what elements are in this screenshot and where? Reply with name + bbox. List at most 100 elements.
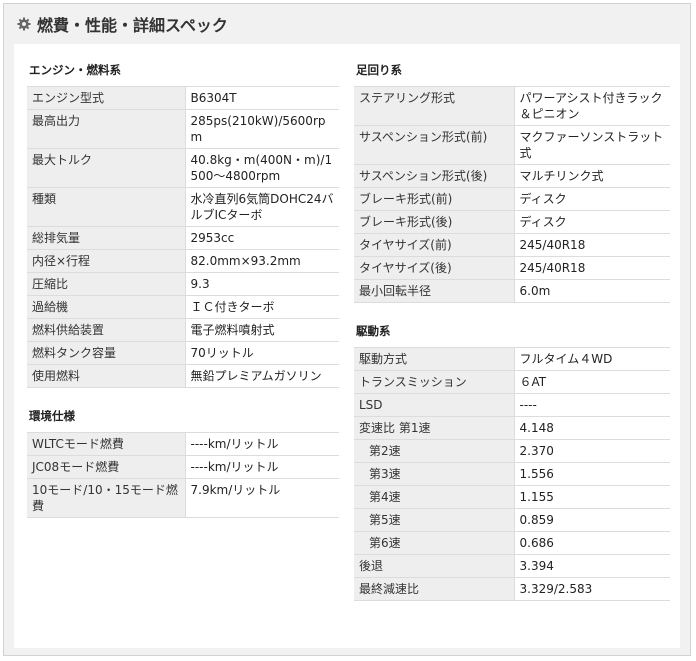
spec-content: エンジン・燃料系 エンジン型式 B6304T 最高出力 285ps(210kW)/56… bbox=[14, 44, 680, 648]
engine-spec-table: エンジン型式 B6304T 最高出力 285ps(210kW)/5600rpm 最大トル… bbox=[27, 86, 339, 388]
spec-value: 0.859 bbox=[514, 508, 670, 532]
spec-value: 82.0mm×93.2mm bbox=[185, 249, 339, 273]
spec-label: 内径×行程 bbox=[27, 249, 186, 273]
spec-label: 最大トルク bbox=[27, 148, 186, 188]
spec-label: ステアリング形式 bbox=[354, 86, 515, 126]
spec-row: 第3速 1.556 bbox=[354, 462, 670, 486]
gear-icon bbox=[17, 17, 31, 31]
environment-spec-table: WLTCモード燃費 ----km/リットル JC08モード燃費 ----km/リットル… bbox=[27, 432, 339, 518]
spec-value: ディスク bbox=[514, 187, 670, 211]
spec-row: 最大トルク 40.8kg・m(400N・m)/1500～4800rpm bbox=[27, 148, 339, 188]
spec-label: トランスミッション bbox=[354, 370, 515, 394]
spec-row: LSD ---- bbox=[354, 393, 670, 417]
spec-row: 後退 3.394 bbox=[354, 554, 670, 578]
spec-row: サスペンション形式(前) マクファーソンストラット式 bbox=[354, 125, 670, 165]
spec-value: ----km/リットル bbox=[185, 455, 339, 479]
spec-label: 第6速 bbox=[354, 531, 515, 555]
spec-value: 40.8kg・m(400N・m)/1500～4800rpm bbox=[185, 148, 339, 188]
spec-label: 10モード/10・15モード燃費 bbox=[27, 478, 186, 518]
spec-label: エンジン型式 bbox=[27, 86, 186, 110]
spec-value: 1.155 bbox=[514, 485, 670, 509]
spec-row: 10モード/10・15モード燃費 7.9km/リットル bbox=[27, 478, 339, 518]
spec-label: タイヤサイズ(後) bbox=[354, 256, 515, 280]
spec-value: 3.329/2.583 bbox=[514, 577, 670, 601]
spec-label: 種類 bbox=[27, 187, 186, 227]
section-title-engine: エンジン・燃料系 bbox=[29, 63, 121, 77]
spec-value: 245/40R18 bbox=[514, 256, 670, 280]
spec-value: 6.0m bbox=[514, 279, 670, 303]
spec-row: 第6速 0.686 bbox=[354, 531, 670, 555]
spec-row: ブレーキ形式(後) ディスク bbox=[354, 210, 670, 234]
spec-value: パワーアシスト付きラック＆ピニオン bbox=[514, 86, 670, 126]
spec-value: 2.370 bbox=[514, 439, 670, 463]
spec-row: 燃料供給装置 電子燃料噴射式 bbox=[27, 318, 339, 342]
spec-row: 圧縮比 9.3 bbox=[27, 272, 339, 296]
spec-value: ----km/リットル bbox=[185, 432, 339, 456]
spec-label: 変速比 第1速 bbox=[354, 416, 515, 440]
spec-label: ブレーキ形式(後) bbox=[354, 210, 515, 234]
spec-value: 245/40R18 bbox=[514, 233, 670, 257]
right-column: 足回り系 ステアリング形式 パワーアシスト付きラック＆ピニオン サスペンション形式(… bbox=[354, 44, 670, 601]
spec-row: 最高出力 285ps(210kW)/5600rpm bbox=[27, 109, 339, 149]
spec-label: 燃料供給装置 bbox=[27, 318, 186, 342]
spec-row: 駆動方式 フルタイム４WD bbox=[354, 347, 670, 371]
spec-value: 3.394 bbox=[514, 554, 670, 578]
spec-row: 内径×行程 82.0mm×93.2mm bbox=[27, 249, 339, 273]
spec-row: 第4速 1.155 bbox=[354, 485, 670, 509]
spec-label: タイヤサイズ(前) bbox=[354, 233, 515, 257]
left-column: エンジン・燃料系 エンジン型式 B6304T 最高出力 285ps(210kW)/56… bbox=[27, 44, 339, 518]
section-title-environment: 環境仕様 bbox=[29, 409, 75, 423]
spec-value: 70リットル bbox=[185, 341, 339, 365]
spec-row: 変速比 第1速 4.148 bbox=[354, 416, 670, 440]
spec-label: サスペンション形式(前) bbox=[354, 125, 515, 165]
spec-row: JC08モード燃費 ----km/リットル bbox=[27, 455, 339, 479]
spec-label: 総排気量 bbox=[27, 226, 186, 250]
spec-value: マクファーソンストラット式 bbox=[514, 125, 670, 165]
spec-value: 285ps(210kW)/5600rpm bbox=[185, 109, 339, 149]
spec-label: JC08モード燃費 bbox=[27, 455, 186, 479]
spec-value: 4.148 bbox=[514, 416, 670, 440]
spec-value: マルチリンク式 bbox=[514, 164, 670, 188]
spec-row: タイヤサイズ(後) 245/40R18 bbox=[354, 256, 670, 280]
spec-label: 最高出力 bbox=[27, 109, 186, 149]
section-title-drivetrain: 駆動系 bbox=[356, 324, 391, 338]
spec-panel: 燃費・性能・詳細スペック エンジン・燃料系 エンジン型式 B6304T 最高出力 28… bbox=[3, 3, 691, 656]
spec-row: 最終減速比 3.329/2.583 bbox=[354, 577, 670, 601]
suspension-spec-table: ステアリング形式 パワーアシスト付きラック＆ピニオン サスペンション形式(前) マクフ… bbox=[354, 86, 670, 303]
spec-value: 2953cc bbox=[185, 226, 339, 250]
spec-value: 7.9km/リットル bbox=[185, 478, 339, 518]
spec-label: 駆動方式 bbox=[354, 347, 515, 371]
spec-label: 後退 bbox=[354, 554, 515, 578]
spec-label: 圧縮比 bbox=[27, 272, 186, 296]
drivetrain-spec-table: 駆動方式 フルタイム４WD トランスミッション ６AT LSD ---- 変速比 第1速 4.… bbox=[354, 347, 670, 601]
spec-row: 最小回転半径 6.0m bbox=[354, 279, 670, 303]
spec-row: サスペンション形式(後) マルチリンク式 bbox=[354, 164, 670, 188]
spec-value: 電子燃料噴射式 bbox=[185, 318, 339, 342]
spec-row: 第2速 2.370 bbox=[354, 439, 670, 463]
spec-label: 最終減速比 bbox=[354, 577, 515, 601]
spec-row: 過給機 ＩＣ付きターボ bbox=[27, 295, 339, 319]
spec-row: トランスミッション ６AT bbox=[354, 370, 670, 394]
spec-label: LSD bbox=[354, 393, 515, 417]
spec-value: フルタイム４WD bbox=[514, 347, 670, 371]
spec-value: 無鉛プレミアムガソリン bbox=[185, 364, 339, 388]
spec-label: 第2速 bbox=[354, 439, 515, 463]
spec-label: 第4速 bbox=[354, 485, 515, 509]
spec-label: 過給機 bbox=[27, 295, 186, 319]
spec-value: ６AT bbox=[514, 370, 670, 394]
spec-row: タイヤサイズ(前) 245/40R18 bbox=[354, 233, 670, 257]
spec-label: サスペンション形式(後) bbox=[354, 164, 515, 188]
spec-value: ---- bbox=[514, 393, 670, 417]
spec-label: 使用燃料 bbox=[27, 364, 186, 388]
spec-value: ＩＣ付きターボ bbox=[185, 295, 339, 319]
spec-value: 0.686 bbox=[514, 531, 670, 555]
spec-label: 第5速 bbox=[354, 508, 515, 532]
panel-header: 燃費・性能・詳細スペック bbox=[4, 4, 690, 44]
spec-value: 9.3 bbox=[185, 272, 339, 296]
page-title: 燃費・性能・詳細スペック bbox=[37, 16, 228, 35]
spec-row: WLTCモード燃費 ----km/リットル bbox=[27, 432, 339, 456]
spec-label: 第3速 bbox=[354, 462, 515, 486]
spec-label: 燃料タンク容量 bbox=[27, 341, 186, 365]
spec-row: エンジン型式 B6304T bbox=[27, 86, 339, 110]
spec-label: WLTCモード燃費 bbox=[27, 432, 186, 456]
